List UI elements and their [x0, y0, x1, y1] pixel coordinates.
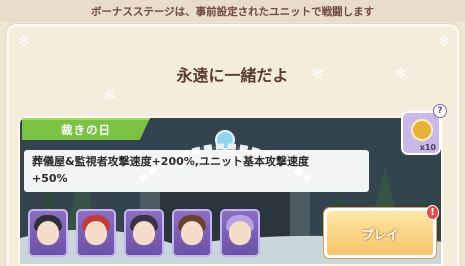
event-description-line-2: +50%	[32, 172, 68, 185]
unit-slot-4[interactable]	[172, 209, 212, 257]
character-face	[181, 221, 203, 245]
unit-slot-3[interactable]	[124, 209, 164, 257]
play-button[interactable]: プレイ	[324, 208, 436, 258]
event-description-line-1: 葬儀屋&監視者攻撃速度+200%,ユニット基本攻撃速度	[32, 155, 309, 168]
coin-reward-icon	[411, 119, 433, 141]
snowflake-decoration: ✻	[438, 34, 450, 50]
character-face	[229, 221, 251, 245]
character-face	[37, 221, 59, 245]
snowflake-decoration: ✻	[104, 88, 116, 104]
unit-lineup	[28, 209, 260, 257]
event-description: 葬儀屋&監視者攻撃速度+200%,ユニット基本攻撃速度 +50%	[24, 150, 369, 192]
character-face	[85, 221, 107, 245]
event-tag: 裁きの日	[22, 118, 150, 140]
unit-slot-2[interactable]	[76, 209, 116, 257]
unit-slot-5[interactable]	[220, 209, 260, 257]
bonus-stage-notice: ボーナスステージは、事前設定されたユニットで戦闘します	[0, 0, 465, 22]
help-icon[interactable]: ?	[433, 104, 447, 118]
alert-badge: !	[426, 205, 439, 220]
stage-title: 永遠に一緒だよ	[176, 66, 289, 85]
reward-button[interactable]: x10	[401, 111, 441, 155]
reward-count: x10	[419, 143, 436, 152]
character-face	[133, 221, 155, 245]
snowflake-decoration: ✻	[18, 34, 30, 50]
unit-slot-1[interactable]	[28, 209, 68, 257]
